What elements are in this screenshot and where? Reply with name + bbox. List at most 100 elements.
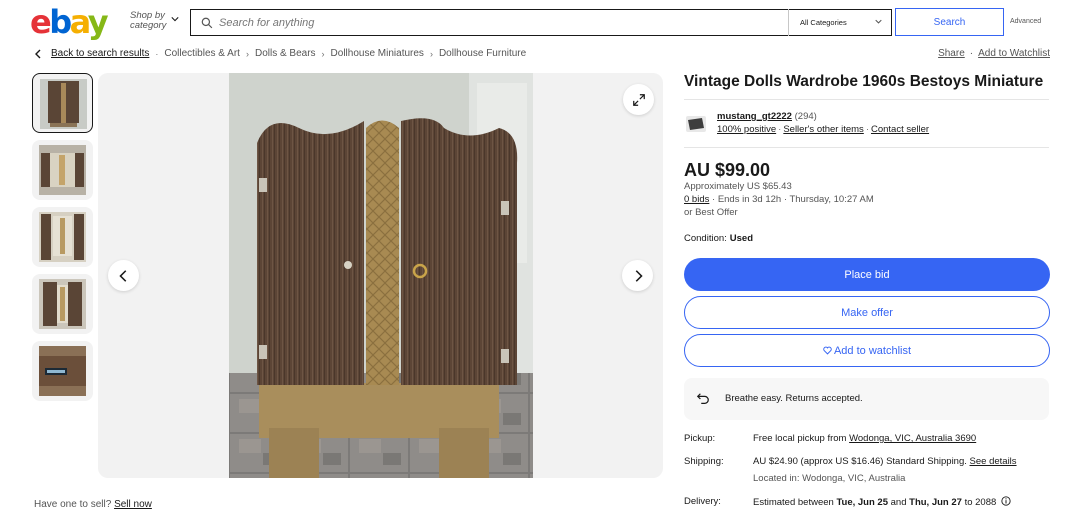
shop-by-category-button[interactable]: Shop by category: [130, 11, 179, 31]
price: AU $99.00: [684, 160, 771, 180]
logo-letter-b: b: [49, 3, 72, 41]
approx-price: Approximately US $65.43: [684, 181, 792, 192]
thumbnail-2[interactable]: [32, 140, 93, 200]
add-to-watchlist-button[interactable]: Add to watchlist: [684, 334, 1050, 367]
breadcrumb-dollhouse-miniatures[interactable]: Dollhouse Miniatures: [331, 48, 424, 59]
advanced-search-link[interactable]: Advanced: [1010, 18, 1041, 25]
previous-image-button[interactable]: [108, 260, 139, 291]
breadcrumb-dollhouse-furniture[interactable]: Dollhouse Furniture: [439, 48, 526, 59]
next-image-button[interactable]: [622, 260, 653, 291]
thumbnail-1[interactable]: [32, 73, 93, 133]
seller-info: mustang_gt2222 (294) 100% positive · Selle…: [684, 110, 1049, 148]
wardrobe-label-image: [39, 346, 86, 396]
breadcrumb-separator: ›: [429, 48, 433, 59]
logo-letter-y: y: [87, 3, 109, 41]
delivery-date-start: Tue, Jun 25: [836, 497, 888, 508]
listing-title: Vintage Dolls Wardrobe 1960s Bestoys Min…: [684, 73, 1049, 100]
chevron-left-icon: [118, 269, 126, 282]
condition-value: Used: [729, 233, 754, 244]
wardrobe-main-photo: [229, 73, 533, 478]
see-details-link[interactable]: See details: [970, 456, 1017, 467]
return-arrow-icon: [696, 393, 709, 404]
delivery-date-end: Thu, Jun 27: [909, 497, 962, 508]
sell-prompt-text: Have one to sell?: [34, 499, 112, 510]
delivery-to: to 2088: [964, 497, 997, 508]
seller-links: 100% positive · Seller's other items · Conta…: [717, 124, 929, 135]
wardrobe-side-image: [39, 279, 86, 329]
separator-dot: ·: [865, 124, 869, 135]
chevron-down-icon: [875, 19, 882, 24]
thumbnail-4[interactable]: [32, 274, 93, 334]
condition-label: Condition:: [684, 233, 727, 244]
make-offer-label: Make offer: [841, 306, 893, 319]
shipping-value: AU $24.90 (approx US $16.46) Standard Sh…: [753, 456, 1017, 467]
pickup-value: Free local pickup from Wodonga, VIC, Aus…: [753, 433, 976, 444]
sell-prompt: Have one to sell? Sell now: [34, 499, 152, 510]
logo-letter-e: e: [30, 3, 52, 41]
category-select[interactable]: All Categories: [788, 9, 892, 36]
expand-icon: [632, 93, 645, 106]
wardrobe-interior-image: [39, 212, 86, 262]
main-image-viewer: [98, 73, 663, 478]
bids-row: 0 bids · Ends in 3d 12h · Thursday, 10:2…: [684, 194, 874, 205]
logo-letter-a: a: [69, 3, 91, 41]
breadcrumb-separator: ›: [245, 48, 249, 59]
contact-seller-link[interactable]: Contact seller: [871, 124, 929, 135]
seller-avatar[interactable]: [684, 112, 708, 136]
add-to-watchlist-link[interactable]: Add to Watchlist: [978, 48, 1050, 59]
item-location: Located in: Wodonga, VIC, Australia: [753, 473, 906, 484]
wardrobe-open-image: [39, 145, 86, 195]
best-offer-text: or Best Offer: [684, 207, 738, 218]
delivery-value: Estimated between Tue, Jun 25 and Thu, J…: [753, 496, 1011, 508]
sell-now-link[interactable]: Sell now: [114, 499, 152, 510]
thumbnail-3[interactable]: [32, 207, 93, 267]
wardrobe-thumbnail-image: [40, 79, 87, 129]
place-bid-button[interactable]: Place bid: [684, 258, 1050, 291]
seller-name-link[interactable]: mustang_gt2222: [717, 111, 792, 122]
pickup-text: Free local pickup from: [753, 433, 847, 444]
shipping-label: Shipping:: [684, 456, 724, 467]
back-to-search-link[interactable]: Back to search results: [51, 48, 149, 59]
returns-banner: Breathe easy. Returns accepted.: [684, 378, 1049, 420]
heart-icon: [823, 346, 832, 355]
seller-positive-link[interactable]: 100% positive: [717, 124, 776, 135]
delivery-text: Estimated between: [753, 497, 834, 508]
separator-dot: ·: [712, 194, 716, 205]
chevron-right-icon: [635, 269, 643, 282]
category-select-value: All Categories: [800, 18, 847, 27]
breadcrumb-collectibles[interactable]: Collectibles & Art: [164, 48, 240, 59]
chevron-down-icon: [171, 17, 179, 22]
share-watchlist-row: Share · Add to Watchlist: [938, 48, 1050, 59]
seller-name-row: mustang_gt2222 (294): [717, 111, 817, 122]
returns-text: Breathe easy. Returns accepted.: [725, 393, 863, 404]
seller-feedback-count: (294): [794, 111, 817, 122]
ebay-logo[interactable]: ebay: [30, 3, 109, 41]
search-bar: [190, 9, 892, 36]
search-button[interactable]: Search: [895, 8, 1004, 36]
delivery-label: Delivery:: [684, 496, 721, 507]
category-label: category: [130, 20, 167, 31]
info-icon[interactable]: [1001, 496, 1011, 506]
share-link[interactable]: Share: [938, 48, 965, 59]
separator-dot: ·: [969, 48, 974, 59]
place-bid-label: Place bid: [844, 268, 890, 281]
add-to-watchlist-label: Add to watchlist: [833, 344, 912, 357]
expand-image-button[interactable]: [623, 84, 654, 115]
breadcrumb-dolls-bears[interactable]: Dolls & Bears: [255, 48, 316, 59]
breadcrumb-separator: ·: [155, 48, 159, 59]
shipping-text: AU $24.90 (approx US $16.46) Standard Sh…: [753, 456, 967, 467]
separator-dot: ·: [778, 124, 782, 135]
thumbnail-5[interactable]: [32, 341, 93, 401]
breadcrumb-separator: ›: [321, 48, 325, 59]
bids-link[interactable]: 0 bids: [684, 194, 709, 205]
auction-ends: Ends in 3d 12h · Thursday, 10:27 AM: [717, 194, 874, 205]
pickup-location-link[interactable]: Wodonga, VIC, Australia 3690: [849, 433, 976, 444]
condition-row: Condition: Used: [684, 233, 753, 244]
search-icon: [201, 17, 213, 28]
chevron-left-icon[interactable]: [34, 49, 42, 59]
seller-other-items-link[interactable]: Seller's other items: [783, 124, 863, 135]
make-offer-button[interactable]: Make offer: [684, 296, 1050, 329]
delivery-and: and: [890, 497, 907, 508]
breadcrumb: Back to search results · Collectibles & …: [34, 48, 526, 59]
pickup-label: Pickup:: [684, 433, 716, 444]
